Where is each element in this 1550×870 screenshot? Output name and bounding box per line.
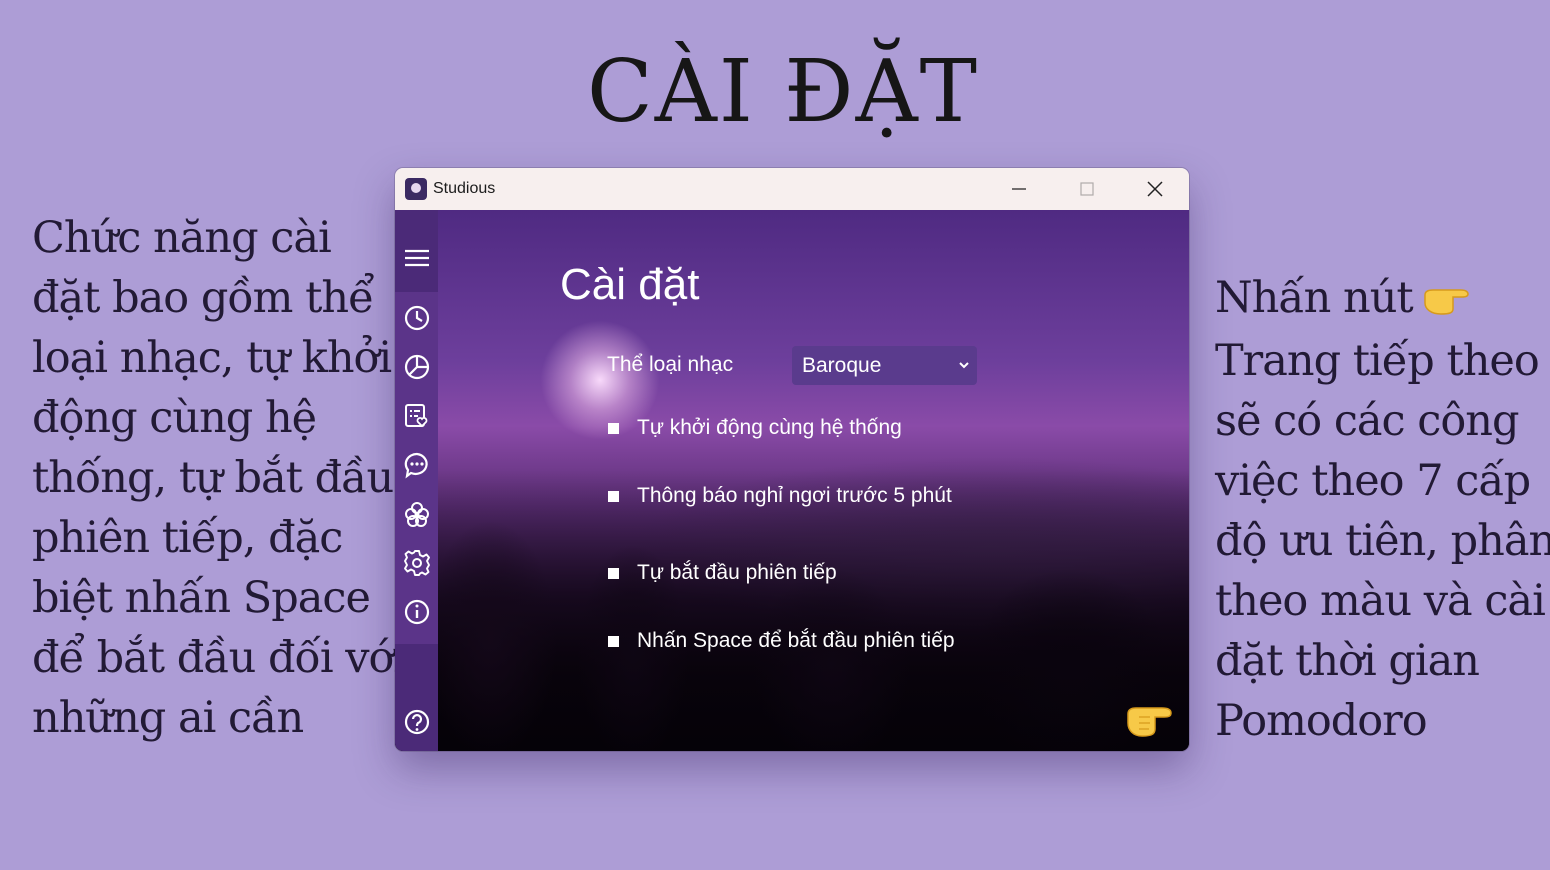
help-icon [404, 709, 429, 735]
chat-icon [404, 452, 428, 479]
slide-title: CÀI ĐẶT [586, 42, 980, 142]
break-notice-checkbox[interactable] [608, 490, 619, 502]
music-genre-label: Thể loại nhạc [607, 353, 734, 376]
sidebar-item-about[interactable] [395, 590, 438, 634]
close-icon [1147, 181, 1163, 197]
right-line: Trang tiếp theo [1215, 336, 1540, 386]
left-line: phiên tiếp, đặc [32, 513, 343, 563]
next-page-button[interactable] [1123, 694, 1177, 740]
left-line: Chức năng cài [32, 213, 332, 263]
background-forest [395, 470, 1189, 751]
chevron-down-icon [959, 362, 969, 369]
space-start-label: Nhấn Space để bắt đầu phiên tiếp [637, 629, 955, 652]
settings-page: Cài đặt Thể loại nhạc Baroque Tự khởi độ… [395, 210, 1189, 751]
gear-icon [403, 550, 430, 576]
auto-next-session-label: Tự bắt đầu phiên tiếp [637, 561, 837, 584]
app-window: Studious Cài đặt Thể loại nhạc Baroque T… [395, 168, 1189, 751]
sidebar-item-tasks[interactable] [395, 394, 438, 438]
menu-icon [404, 249, 429, 267]
left-line: thống, tự bắt đầu [32, 453, 394, 503]
app-name: Studious [433, 180, 496, 197]
right-description: Nhấn nút Trang tiếp theo sẽ có các công … [1215, 268, 1550, 751]
titlebar[interactable]: Studious [395, 168, 1189, 210]
left-line: những ai cần [32, 693, 304, 743]
autostart-checkbox[interactable] [608, 422, 619, 434]
task-list-icon [404, 404, 427, 428]
close-button[interactable] [1121, 168, 1189, 210]
left-line: để bắt đầu đối với [32, 633, 407, 683]
auto-next-session-option[interactable]: Tự bắt đầu phiên tiếp [608, 561, 837, 585]
left-line: động cùng hệ [32, 393, 317, 443]
right-line: độ ưu tiên, phân [1215, 516, 1550, 566]
info-icon [404, 599, 429, 625]
space-start-option[interactable]: Nhấn Space để bắt đầu phiên tiếp [608, 629, 955, 653]
sidebar-item-statistics[interactable] [395, 345, 438, 389]
pointing-hand-icon [1423, 271, 1475, 331]
right-line-first: Nhấn nút [1215, 268, 1550, 331]
maximize-icon [1080, 182, 1094, 196]
sidebar-item-timer[interactable] [395, 296, 438, 340]
music-genre-select[interactable]: Baroque [792, 346, 977, 385]
sidebar-item-chat[interactable] [395, 443, 438, 487]
left-line: biệt nhấn Space [32, 573, 371, 623]
autostart-label: Tự khởi động cùng hệ thống [637, 416, 902, 439]
sidebar [395, 210, 438, 751]
clock-icon [404, 305, 429, 331]
break-notice-option[interactable]: Thông báo nghỉ ngơi trước 5 phút [608, 484, 952, 508]
space-start-checkbox[interactable] [608, 635, 619, 647]
maximize-button[interactable] [1053, 168, 1121, 210]
page-title: Cài đặt [560, 260, 700, 309]
sidebar-item-settings[interactable] [395, 541, 438, 585]
app-logo-icon [405, 178, 427, 200]
sidebar-item-help[interactable] [395, 700, 438, 744]
right-line: đặt thời gian [1215, 636, 1480, 686]
menu-button[interactable] [395, 236, 438, 280]
right-line: Pomodoro [1215, 696, 1428, 746]
break-notice-label: Thông báo nghỉ ngơi trước 5 phút [637, 484, 952, 507]
pointing-hand-icon [1127, 707, 1172, 737]
pie-chart-icon [404, 354, 429, 380]
sidebar-item-relax[interactable] [395, 492, 438, 536]
flower-icon [404, 502, 429, 527]
right-line: sẽ có các công [1215, 396, 1519, 446]
auto-next-session-checkbox[interactable] [608, 567, 619, 579]
autostart-option[interactable]: Tự khởi động cùng hệ thống [608, 416, 902, 440]
left-line: loại nhạc, tự khởi [32, 333, 392, 383]
minimize-icon [1012, 188, 1026, 190]
right-line: Nhấn nút [1215, 273, 1414, 323]
music-genre-value: Baroque [802, 353, 882, 377]
left-description: Chức năng cài đặt bao gồm thể loại nhạc,… [32, 208, 407, 748]
right-line: theo màu và cài [1215, 576, 1546, 626]
left-line: đặt bao gồm thể [32, 273, 375, 323]
right-line: việc theo 7 cấp [1215, 456, 1531, 506]
minimize-button[interactable] [985, 168, 1053, 210]
